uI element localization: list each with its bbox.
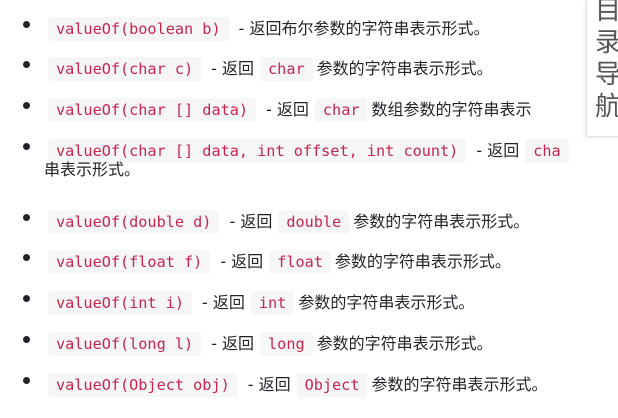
type-name: cha xyxy=(525,139,569,163)
toc-panel[interactable]: 目 录 导 航 xyxy=(586,0,618,137)
method-signature: valueOf(double d) xyxy=(48,210,220,234)
item-line: valueOf(boolean b) - 返回布尔参数的字符串表示形式。 xyxy=(48,17,495,41)
toc-char: 导 xyxy=(595,60,618,90)
description-suffix: 数组参数的字符串表示 xyxy=(371,100,532,119)
description-suffix: 参数的字符串表示形式。 xyxy=(334,252,511,271)
item-line: valueOf(long l) - 返回 long 参数的字符串表示形式。 xyxy=(48,332,493,356)
method-signature: valueOf(int i) xyxy=(48,291,193,315)
type-name: Object xyxy=(296,373,368,397)
bullet-icon xyxy=(23,336,30,343)
method-signature: valueOf(Object obj) xyxy=(48,373,238,397)
description-prefix: - 返回 xyxy=(211,334,255,353)
description-suffix: 参数的字符串表示形式。 xyxy=(298,293,475,312)
type-name: int xyxy=(250,291,295,315)
description-suffix: 参数的字符串表示形式。 xyxy=(353,212,530,231)
item-line: valueOf(float f) - 返回 float 参数的字符串表示形式。 xyxy=(48,250,511,274)
toc-char: 录 xyxy=(595,28,618,58)
toc-char: 目 xyxy=(595,0,618,26)
item-line: valueOf(int i) - 返回 int 参数的字符串表示形式。 xyxy=(48,291,474,315)
method-signature: valueOf(boolean b) xyxy=(48,17,229,41)
method-signature: valueOf(long l) xyxy=(48,332,202,356)
description-prefix: - 返回 xyxy=(476,141,520,160)
list-item-double: valueOf(double d) - 返回 double 参数的字符串表示形式… xyxy=(0,210,618,246)
toc-char: 航 xyxy=(595,92,618,122)
list-item-char-array: valueOf(char [] data) - 返回 char 数组参数的字符串… xyxy=(0,98,618,134)
description-prefix: - 返回 xyxy=(266,100,309,119)
list-item-float: valueOf(float f) - 返回 float 参数的字符串表示形式。 xyxy=(0,250,618,286)
item-line: valueOf(Object obj) - 返回 Object 参数的字符串表示… xyxy=(48,373,548,397)
bullet-icon xyxy=(23,102,30,109)
list-item-boolean: valueOf(boolean b) - 返回布尔参数的字符串表示形式。 xyxy=(0,17,618,53)
description-prefix: - 返回 xyxy=(211,59,255,78)
description-suffix: 参数的字符串表示形式。 xyxy=(316,59,493,78)
bullet-icon xyxy=(23,21,30,28)
type-name: char xyxy=(260,57,313,81)
description-suffix: 参数的字符串表示形式。 xyxy=(316,334,493,353)
description-prefix: - 返回 xyxy=(247,375,291,394)
description-suffix: 参数的字符串表示形式。 xyxy=(371,375,548,394)
method-description: - 返回布尔参数的字符串表示形式。 xyxy=(238,19,490,38)
item-line: valueOf(char [] data) - 返回 char 数组参数的字符串… xyxy=(48,98,532,122)
list-item-object: valueOf(Object obj) - 返回 Object 参数的字符串表示… xyxy=(0,373,618,409)
method-signature: valueOf(char c) xyxy=(48,57,202,81)
item-line: valueOf(double d) - 返回 double 参数的字符串表示形式… xyxy=(48,210,529,234)
list-item-char: valueOf(char c) - 返回 char 参数的字符串表示形式。 xyxy=(0,57,618,93)
bullet-icon xyxy=(23,61,30,68)
bullet-icon xyxy=(23,377,30,384)
bullet-icon xyxy=(23,214,30,221)
method-signature: valueOf(float f) xyxy=(48,250,211,274)
type-name: char xyxy=(314,98,368,122)
type-name: double xyxy=(278,210,350,234)
method-signature: valueOf(char [] data) xyxy=(48,98,257,122)
description-wrapped-line: 串表示形式。 xyxy=(44,160,141,179)
type-name: long xyxy=(260,332,313,356)
description-prefix: - 返回 xyxy=(202,293,245,312)
list-item-int: valueOf(int i) - 返回 int 参数的字符串表示形式。 xyxy=(0,291,618,327)
description-prefix: - 返回 xyxy=(220,252,264,271)
bullet-icon xyxy=(23,295,30,302)
bullet-icon xyxy=(23,254,30,261)
description-prefix: - 返回 xyxy=(229,212,273,231)
item-line: valueOf(char c) - 返回 char 参数的字符串表示形式。 xyxy=(48,57,493,81)
list-item-long: valueOf(long l) - 返回 long 参数的字符串表示形式。 xyxy=(0,332,618,368)
list-item-char-array-range: valueOf(char [] data, int offset, int co… xyxy=(0,139,618,195)
bullet-icon xyxy=(23,143,30,150)
type-name: float xyxy=(269,250,331,274)
